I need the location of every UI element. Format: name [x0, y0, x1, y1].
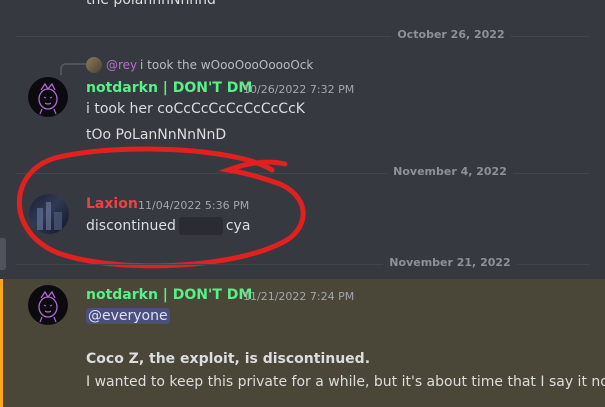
date-divider: November 21, 2022 [16, 256, 589, 269]
message-line: I wanted to keep this private for a whil… [86, 374, 605, 390]
notdarkn-avatar[interactable] [28, 285, 68, 325]
red-circle-annotation [17, 146, 306, 269]
username[interactable]: notdarkn | DON'T DM [86, 287, 252, 303]
everyone-mention[interactable]: @everyone [86, 308, 170, 324]
date-divider-label: November 21, 2022 [383, 256, 517, 269]
timestamp[interactable]: 11/21/2022 7:24 PM [243, 290, 354, 303]
message-line: @everyone [86, 308, 170, 324]
avatar-drawing [38, 290, 58, 323]
message-bold-line: Coco Z, the exploit, is discontinued. [86, 351, 371, 367]
